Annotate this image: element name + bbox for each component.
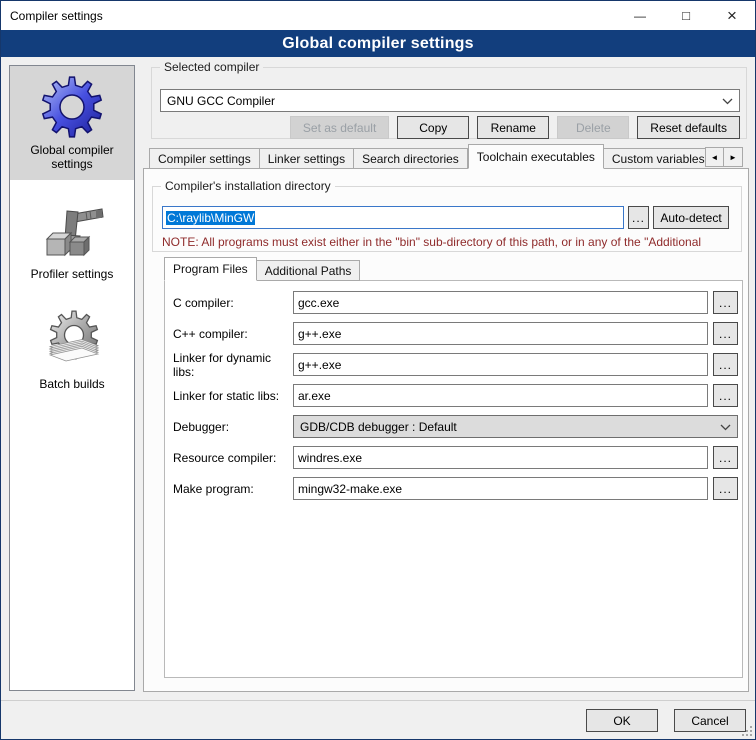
reset-defaults-button[interactable]: Reset defaults [637, 116, 740, 139]
toolchain-executables-page: Compiler's installation directory C:\ray… [143, 168, 749, 692]
cpp-compiler-input[interactable] [293, 322, 708, 345]
program-files-panel: C compiler:...C++ compiler:...Linker for… [164, 280, 743, 678]
installation-directory-group-label: Compiler's installation directory [161, 179, 335, 193]
compiler-select[interactable]: GNU GCC Compiler [160, 89, 740, 112]
delete-button[interactable]: Delete [557, 116, 629, 139]
blue-gear-icon [40, 75, 104, 139]
linker-for-dynamic-libs-label: Linker for dynamic libs: [173, 351, 293, 379]
c-compiler-browse-button[interactable]: ... [713, 291, 738, 314]
linker-for-dynamic-libs-input[interactable] [293, 353, 708, 376]
program-files-tabs: Program FilesAdditional Paths [164, 257, 360, 281]
maximize-icon: □ [682, 8, 690, 23]
compiler-select-value: GNU GCC Compiler [167, 94, 275, 108]
linker-for-dynamic-libs-browse-button[interactable]: ... [713, 353, 738, 376]
compiler-settings-dialog: Compiler settings — □ × Global compiler … [0, 0, 756, 740]
bin-subdirectory-note: NOTE: All programs must exist either in … [162, 235, 734, 249]
tab-linker-settings[interactable]: Linker settings [260, 148, 354, 169]
tab-custom-variables[interactable]: Custom variables [604, 148, 705, 169]
c-compiler-label: C compiler: [173, 296, 293, 310]
arrow-left-icon: ◄ [711, 153, 719, 162]
sidebar-item-label: Profiler settings [12, 267, 132, 281]
copy-button[interactable]: Copy [397, 116, 469, 139]
selected-path-text: C:\raylib\MinGW [166, 211, 255, 225]
resource-compiler-browse-button[interactable]: ... [713, 446, 738, 469]
cpp-compiler-row: C++ compiler:... [173, 322, 738, 345]
sidebar-item-profiler-settings[interactable]: Profiler settings [10, 190, 134, 290]
tab-search-directories[interactable]: Search directories [354, 148, 468, 169]
tab-additional-paths[interactable]: Additional Paths [257, 260, 361, 281]
caliper-icon [40, 199, 104, 263]
window-controls: — □ × [617, 1, 755, 30]
linker-for-static-libs-row: Linker for static libs:... [173, 384, 738, 407]
installation-directory-input[interactable]: C:\raylib\MinGW [162, 206, 624, 229]
tab-toolchain-executables[interactable]: Toolchain executables [468, 144, 604, 169]
cancel-button[interactable]: Cancel [674, 709, 746, 732]
linker-for-static-libs-label: Linker for static libs: [173, 389, 293, 403]
minimize-icon: — [634, 9, 646, 23]
debugger-label: Debugger: [173, 420, 293, 434]
resource-compiler-input[interactable] [293, 446, 708, 469]
settings-pages-list: Global compiler settings Profiler setting… [9, 65, 135, 691]
arrow-right-icon: ► [729, 153, 737, 162]
resize-grip-icon[interactable] [741, 725, 753, 737]
titlebar: Compiler settings — □ × [1, 1, 755, 30]
tab-compiler-settings[interactable]: Compiler settings [149, 148, 260, 169]
minimize-button[interactable]: — [617, 1, 663, 30]
resource-compiler-label: Resource compiler: [173, 451, 293, 465]
window-title: Compiler settings [1, 9, 103, 23]
ok-button[interactable]: OK [586, 709, 658, 732]
cpp-compiler-browse-button[interactable]: ... [713, 322, 738, 345]
tab-scroll-left-button[interactable]: ◄ [705, 147, 724, 167]
chevron-down-icon [722, 94, 733, 108]
tab-scroll-buttons: ◄ ► [705, 147, 743, 167]
selected-compiler-group: Selected compiler GNU GCC Compiler Set a… [151, 67, 747, 139]
c-compiler-input[interactable] [293, 291, 708, 314]
make-program-label: Make program: [173, 482, 293, 496]
page-title: Global compiler settings [1, 30, 755, 57]
linker-for-dynamic-libs-row: Linker for dynamic libs:... [173, 353, 738, 376]
close-icon: × [727, 6, 737, 26]
rename-button[interactable]: Rename [477, 116, 549, 139]
gear-stack-icon [40, 309, 104, 373]
sidebar-item-batch-builds[interactable]: Batch builds [10, 300, 134, 400]
tab-program-files[interactable]: Program Files [164, 257, 257, 281]
chevron-down-icon [720, 420, 731, 434]
make-program-input[interactable] [293, 477, 708, 500]
c-compiler-row: C compiler:... [173, 291, 738, 314]
resource-compiler-row: Resource compiler:... [173, 446, 738, 469]
footer-divider [1, 700, 755, 701]
debugger-row: Debugger: GDB/CDB debugger : Default [173, 415, 738, 438]
settings-tabs: Compiler settingsLinker settingsSearch d… [149, 144, 705, 169]
sidebar-item-global-compiler-settings[interactable]: Global compiler settings [10, 66, 134, 180]
maximize-button[interactable]: □ [663, 1, 709, 30]
debugger-select-value: GDB/CDB debugger : Default [300, 420, 457, 434]
cpp-compiler-label: C++ compiler: [173, 327, 293, 341]
close-button[interactable]: × [709, 1, 755, 30]
sidebar-item-label: Batch builds [12, 377, 132, 391]
make-program-browse-button[interactable]: ... [713, 477, 738, 500]
compiler-actions: Set as default Copy Rename Delete Reset defa… [290, 116, 740, 139]
debugger-select[interactable]: GDB/CDB debugger : Default [293, 415, 738, 438]
auto-detect-button[interactable]: Auto-detect [653, 206, 729, 229]
linker-for-static-libs-input[interactable] [293, 384, 708, 407]
installation-directory-browse-button[interactable]: ... [628, 206, 649, 229]
make-program-row: Make program:... [173, 477, 738, 500]
sidebar-item-label: Global compiler settings [12, 143, 132, 171]
selected-compiler-group-label: Selected compiler [160, 60, 263, 74]
tab-scroll-right-button[interactable]: ► [724, 147, 743, 167]
linker-for-static-libs-browse-button[interactable]: ... [713, 384, 738, 407]
set-as-default-button[interactable]: Set as default [290, 116, 389, 139]
